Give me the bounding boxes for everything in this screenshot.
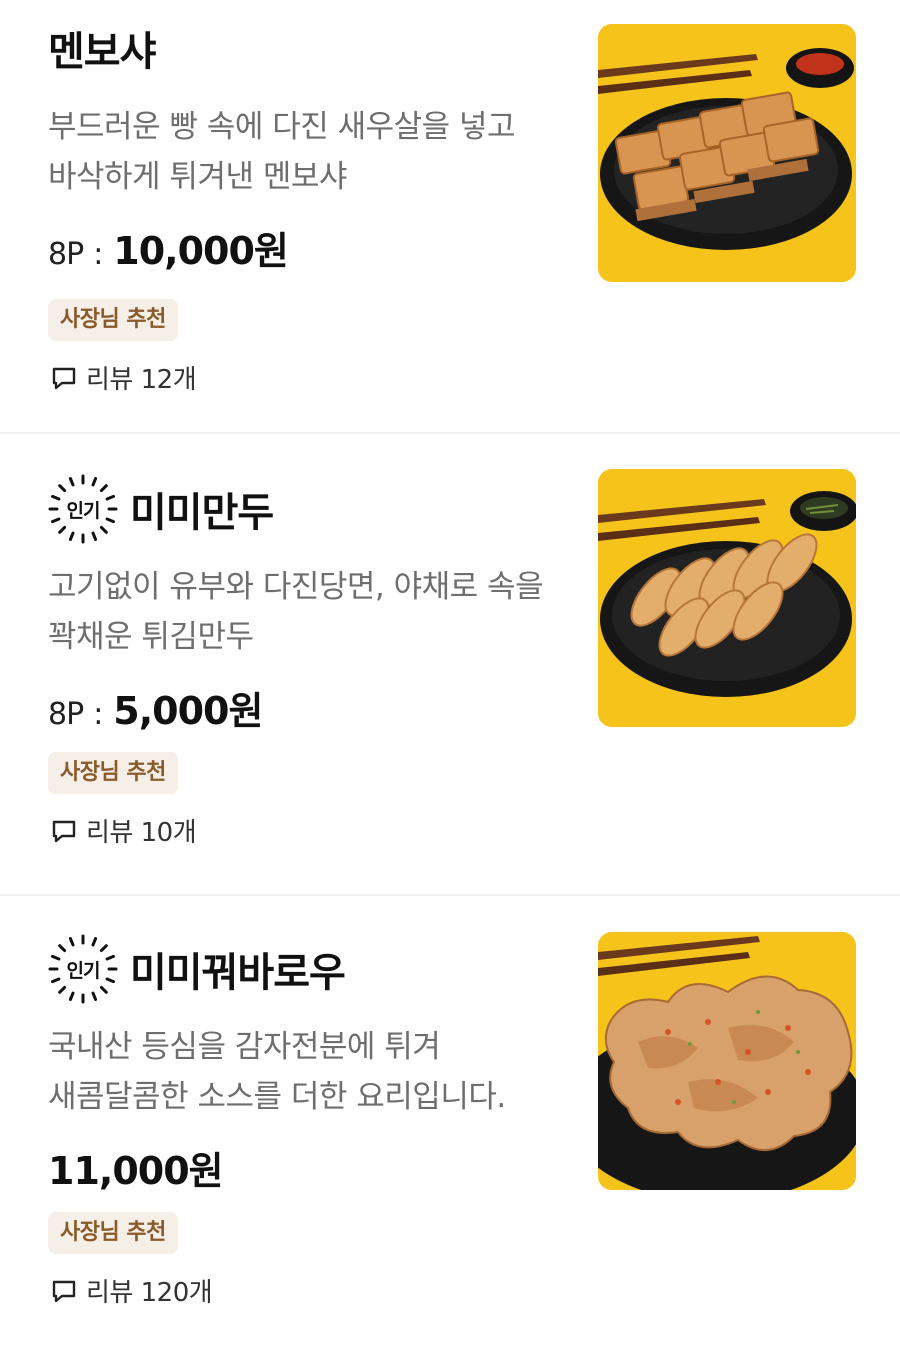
popular-label: 인기 xyxy=(66,959,101,982)
menu-item-menbosha[interactable]: 멘보샤 부드러운 빵 속에 다진 새우살을 넣고 바삭하게 튀겨낸 멘보샤 8P… xyxy=(0,0,900,432)
menu-item-info: 멘보샤 부드러운 빵 속에 다진 새우살을 넣고 바삭하게 튀겨낸 멘보샤 8P… xyxy=(48,0,578,396)
menu-item-mimi-guobaorou[interactable]: 인기 미미꿔바로우 국내산 등심을 감자전분에 튀겨 새콤달콤한 소스를 더한 … xyxy=(0,896,900,1353)
popular-icon: 인기 xyxy=(46,932,120,1006)
title-row: 멘보샤 xyxy=(48,20,578,76)
menu-item-title: 멘보샤 xyxy=(48,29,156,75)
title-row: 인기 미미만두 xyxy=(48,472,578,546)
menu-item-mimi-mandu[interactable]: 인기 미미만두 고기없이 유부와 다진당면, 야채로 속을 꽉채운 튀김만두 8… xyxy=(0,434,900,894)
owner-recommend-badge: 사장님 추천 xyxy=(48,752,178,794)
menu-item-photo[interactable] xyxy=(598,469,856,727)
price-separator: : xyxy=(93,697,104,732)
price-row: 8P : 5,000원 xyxy=(48,680,578,738)
popular-label: 인기 xyxy=(66,499,101,522)
menu-item-title: 미미만두 xyxy=(130,490,274,536)
review-count[interactable]: 리뷰 12개 xyxy=(48,359,578,396)
price-row: 11,000원 xyxy=(48,1140,578,1198)
title-row: 인기 미미꿔바로우 xyxy=(48,932,578,1006)
menu-item-photo[interactable] xyxy=(598,932,856,1190)
review-count[interactable]: 리뷰 120개 xyxy=(48,1272,578,1309)
review-count-text: 리뷰 10개 xyxy=(86,818,197,848)
review-count-text: 리뷰 12개 xyxy=(86,365,197,395)
owner-recommend-badge: 사장님 추천 xyxy=(48,1212,178,1254)
menu-item-info: 인기 미미꿔바로우 국내산 등심을 감자전분에 튀겨 새콤달콤한 소스를 더한 … xyxy=(48,896,578,1309)
menu-item-price: 11,000원 xyxy=(48,1149,224,1193)
menu-item-description: 고기없이 유부와 다진당면, 야채로 속을 꽉채운 튀김만두 xyxy=(48,569,544,655)
price-quantity-label: 8P xyxy=(48,697,84,732)
speech-bubble-icon xyxy=(50,1277,78,1305)
menu-item-info: 인기 미미만두 고기없이 유부와 다진당면, 야채로 속을 꽉채운 튀김만두 8… xyxy=(48,434,578,849)
owner-recommend-badge: 사장님 추천 xyxy=(48,299,178,341)
price-quantity-label: 8P xyxy=(48,237,84,272)
menu-item-description: 국내산 등심을 감자전분에 튀겨 새콤달콤한 소스를 더한 요리입니다. xyxy=(48,1029,506,1115)
price-row: 8P : 10,000원 xyxy=(48,220,578,278)
menu-item-price: 5,000원 xyxy=(113,689,263,733)
menu-item-photo[interactable] xyxy=(598,24,856,282)
menu-item-title: 미미꿔바로우 xyxy=(130,950,346,996)
menu-list: 멘보샤 부드러운 빵 속에 다진 새우살을 넣고 바삭하게 튀겨낸 멘보샤 8P… xyxy=(0,0,900,1353)
review-count[interactable]: 리뷰 10개 xyxy=(48,812,578,849)
review-count-text: 리뷰 120개 xyxy=(86,1278,213,1308)
speech-bubble-icon xyxy=(50,817,78,845)
price-separator: : xyxy=(93,237,104,272)
menu-item-description: 부드러운 빵 속에 다진 새우살을 넣고 바삭하게 튀겨낸 멘보샤 xyxy=(48,109,516,195)
menu-item-price: 10,000원 xyxy=(113,229,289,273)
speech-bubble-icon xyxy=(50,364,78,392)
popular-icon: 인기 xyxy=(46,472,120,546)
